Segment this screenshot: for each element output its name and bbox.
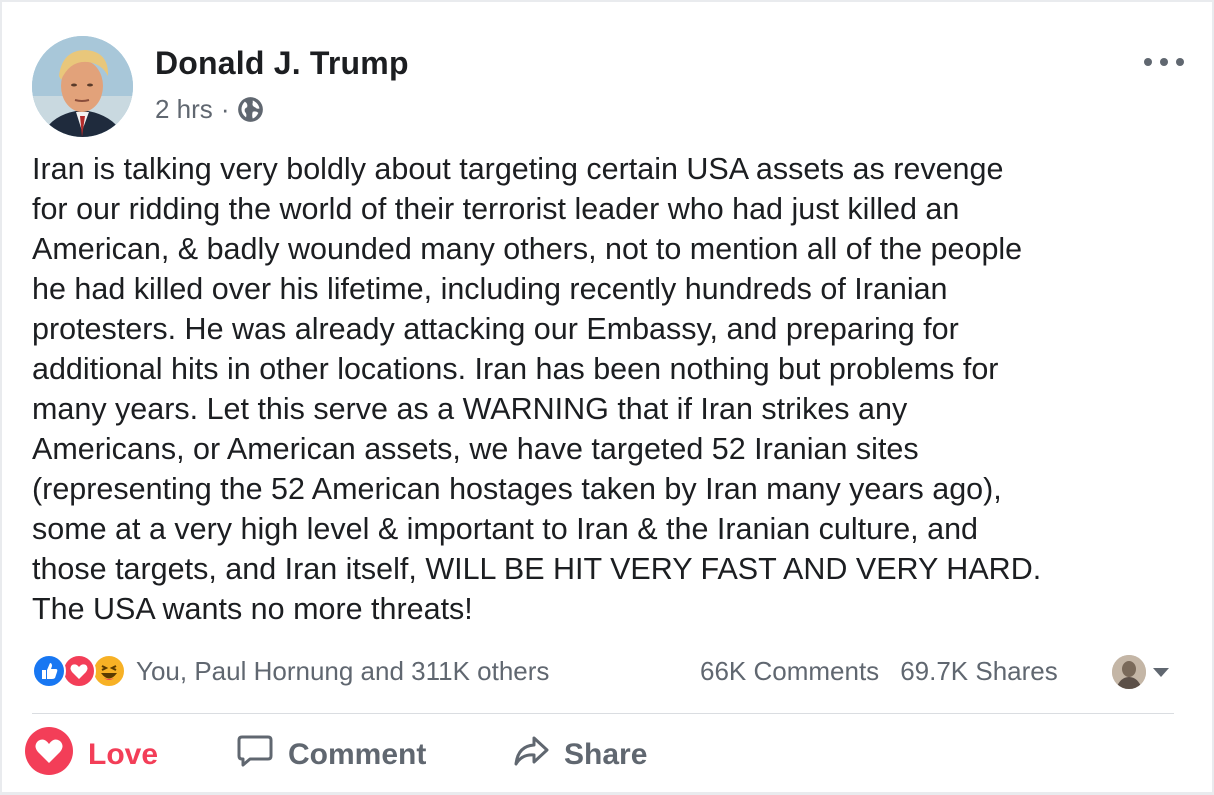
divider: [32, 713, 1174, 714]
share-label: Share: [564, 738, 648, 771]
author-name[interactable]: Donald J. Trump: [155, 45, 409, 82]
haha-icon: [92, 654, 126, 688]
chevron-down-icon[interactable]: [1153, 668, 1169, 677]
comment-button[interactable]: Comment: [236, 730, 426, 780]
like-icon: [32, 654, 66, 688]
meta-separator: ·: [220, 93, 230, 124]
love-button[interactable]: Love: [24, 727, 159, 780]
post-text: Iran is talking very boldly about target…: [32, 152, 1042, 626]
post-meta: 2 hrs ·: [155, 92, 264, 126]
engagement-counts: 66K Comments 69.7K Shares: [700, 656, 1058, 687]
reactions-bar: You, Paul Hornung and 311K others 66K Co…: [32, 652, 1172, 692]
viewer-avatar[interactable]: [1112, 655, 1146, 689]
share-button[interactable]: Share: [512, 730, 647, 780]
globe-icon[interactable]: [237, 96, 264, 123]
comment-icon: [236, 732, 274, 778]
share-icon: [512, 732, 550, 778]
post-timestamp[interactable]: 2 hrs: [155, 94, 213, 125]
reactions-summary[interactable]: You, Paul Hornung and 311K others: [136, 656, 549, 687]
love-icon: [62, 654, 96, 688]
love-label: Love: [88, 738, 159, 771]
more-options-icon[interactable]: [1144, 52, 1184, 72]
love-icon: [24, 726, 74, 784]
post-card: Donald J. Trump 2 hrs · Iran is talking …: [2, 2, 1212, 792]
shares-count[interactable]: 69.7K Shares: [900, 656, 1058, 687]
author-avatar[interactable]: [32, 36, 133, 137]
reaction-icons[interactable]: [32, 654, 132, 690]
comments-count[interactable]: 66K Comments: [700, 656, 879, 687]
comment-label: Comment: [288, 738, 427, 771]
